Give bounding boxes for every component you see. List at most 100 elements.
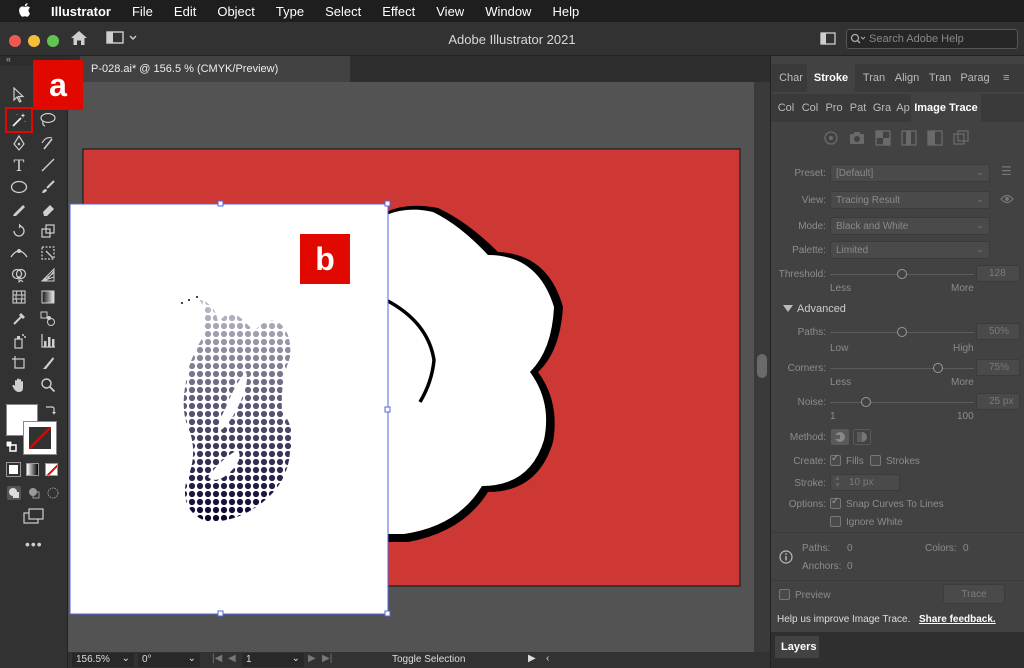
magic-wand-tool-icon[interactable] <box>5 107 33 133</box>
corners-slider[interactable] <box>830 368 974 369</box>
status-mode-label[interactable]: Toggle Selection <box>392 654 465 665</box>
status-menu-chevron-icon[interactable]: ‹ <box>546 653 549 664</box>
menu-effect[interactable]: Effect <box>382 4 415 19</box>
gradient-tool-icon[interactable] <box>37 286 59 308</box>
vertical-scrollbar[interactable] <box>754 82 770 652</box>
perspective-grid-tool-icon[interactable] <box>37 264 59 286</box>
ignore-white-checkbox[interactable] <box>830 516 841 527</box>
threshold-slider-knob[interactable] <box>897 269 907 279</box>
search-input[interactable]: Search Adobe Help <box>846 29 1018 49</box>
width-tool-icon[interactable] <box>8 242 30 264</box>
gradient-mode-icon[interactable] <box>26 463 39 476</box>
snap-curves-checkbox[interactable] <box>830 496 841 509</box>
corners-value[interactable]: 75% <box>976 359 1020 376</box>
menu-illustrator[interactable]: Illustrator <box>51 4 111 19</box>
pen-tool-icon[interactable] <box>8 132 30 154</box>
slice-tool-icon[interactable] <box>37 352 59 374</box>
trace-button[interactable]: Trace <box>943 584 1005 604</box>
high-color-preset-icon[interactable] <box>849 130 865 149</box>
tab-align[interactable]: Align <box>891 64 923 92</box>
scroll-thumb[interactable] <box>757 354 767 378</box>
abutting-method-icon[interactable] <box>831 429 849 448</box>
none-mode-icon[interactable] <box>45 463 58 476</box>
tab-color[interactable]: Col <box>775 94 797 122</box>
palette-dropdown[interactable]: Limited ⌄ <box>830 241 990 259</box>
menu-view[interactable]: View <box>436 4 464 19</box>
hand-tool-icon[interactable] <box>8 374 30 396</box>
collapse-left-icon[interactable]: « <box>6 54 11 64</box>
tab-pathfinder[interactable]: Pat <box>847 94 869 122</box>
zoom-level-field[interactable]: 156.5% ⌄ <box>72 653 134 667</box>
type-tool-icon[interactable]: T <box>8 154 30 176</box>
tab-gradient[interactable]: Gra <box>871 94 893 122</box>
stroke-stepper-icon[interactable]: ▲ ▼ <box>834 475 841 489</box>
menu-window[interactable]: Window <box>485 4 531 19</box>
artboard-tool-icon[interactable] <box>8 352 30 374</box>
share-feedback-link[interactable]: Share feedback. <box>919 614 996 625</box>
paintbrush-tool-icon[interactable] <box>37 176 59 198</box>
black-and-white-preset-icon[interactable] <box>927 130 943 149</box>
view-dropdown[interactable]: Tracing Result ⌄ <box>830 191 990 209</box>
draw-inside-icon[interactable] <box>46 486 60 503</box>
fills-checkbox[interactable] <box>830 453 841 466</box>
panel-menu-icon[interactable]: ≡ <box>1003 72 1009 84</box>
screen-mode-icon[interactable] <box>23 508 45 527</box>
noise-slider-knob[interactable] <box>861 397 871 407</box>
menu-object[interactable]: Object <box>217 4 255 19</box>
mesh-tool-icon[interactable] <box>8 286 30 308</box>
free-transform-tool-icon[interactable] <box>37 242 59 264</box>
mode-dropdown[interactable]: Black and White ⌄ <box>830 217 990 235</box>
eraser-tool-icon[interactable] <box>37 198 59 220</box>
zoom-tool-icon[interactable] <box>37 374 59 396</box>
menu-type[interactable]: Type <box>276 4 304 19</box>
draw-normal-icon[interactable] <box>7 486 21 503</box>
shape-builder-tool-icon[interactable] <box>8 264 30 286</box>
next-artboard-icon[interactable]: ▶ <box>308 653 316 664</box>
default-fill-stroke-icon[interactable] <box>5 440 17 455</box>
apple-icon[interactable] <box>17 2 33 21</box>
tab-color-guide[interactable]: Col <box>799 94 821 122</box>
rotate-tool-icon[interactable] <box>8 220 30 242</box>
lasso-tool-icon[interactable] <box>37 109 59 131</box>
document-tab[interactable]: P-028.ai* @ 156.5 % (CMYK/Preview) <box>80 56 350 82</box>
menu-select[interactable]: Select <box>325 4 361 19</box>
corners-slider-knob[interactable] <box>933 363 943 373</box>
panel-layout-icon[interactable] <box>820 32 836 49</box>
auto-color-preset-icon[interactable] <box>823 130 839 149</box>
curvature-tool-icon[interactable] <box>37 132 59 154</box>
tab-paragraph[interactable]: Parag <box>957 64 993 92</box>
scale-tool-icon[interactable] <box>37 220 59 242</box>
low-color-preset-icon[interactable] <box>875 130 891 149</box>
threshold-value[interactable]: 128 <box>976 265 1020 282</box>
preset-dropdown[interactable]: [Default] ⌄ <box>830 164 990 182</box>
draw-behind-icon[interactable] <box>27 486 41 503</box>
eye-icon[interactable] <box>1000 193 1014 208</box>
tab-appearance[interactable]: Ap <box>893 94 913 122</box>
overlapping-method-icon[interactable] <box>853 429 871 448</box>
edit-toolbar-icon[interactable]: ••• <box>25 536 43 552</box>
last-artboard-icon[interactable]: ▶| <box>322 653 332 664</box>
noise-slider[interactable] <box>830 402 974 403</box>
advanced-disclosure-icon[interactable] <box>783 304 793 316</box>
paths-value[interactable]: 50% <box>976 323 1020 340</box>
line-segment-tool-icon[interactable] <box>37 154 59 176</box>
preset-list-icon[interactable]: ☰ <box>1001 164 1012 178</box>
tab-layers[interactable]: Layers <box>775 636 819 658</box>
eyedropper-tool-icon[interactable] <box>8 308 30 330</box>
tab-properties[interactable]: Pro <box>823 94 845 122</box>
tab-stroke[interactable]: Stroke <box>807 64 855 92</box>
status-menu-arrow-icon[interactable]: ▶ <box>528 653 536 664</box>
strokes-checkbox[interactable] <box>870 455 881 466</box>
column-graph-tool-icon[interactable] <box>37 330 59 352</box>
pencil-tool-icon[interactable] <box>8 198 30 220</box>
artboard-number-field[interactable]: 1 ⌄ <box>242 653 304 667</box>
selection-tool-icon[interactable] <box>8 84 30 106</box>
grayscale-preset-icon[interactable] <box>901 130 917 149</box>
swap-fill-stroke-icon[interactable] <box>44 404 56 419</box>
tab-image-trace[interactable]: Image Trace <box>911 94 981 122</box>
menu-edit[interactable]: Edit <box>174 4 196 19</box>
paths-slider-knob[interactable] <box>897 327 907 337</box>
tab-transform[interactable]: Tran <box>925 64 955 92</box>
preview-checkbox[interactable] <box>779 589 790 600</box>
tab-character[interactable]: Char <box>775 64 807 92</box>
